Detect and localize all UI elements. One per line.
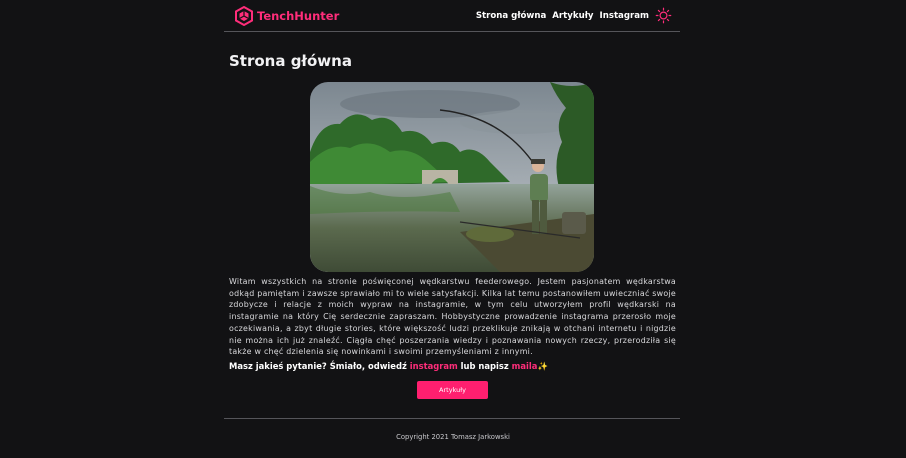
fishing-photo: [310, 82, 594, 272]
footer-divider: [224, 418, 680, 419]
logo-text: TenchHunter: [257, 9, 340, 23]
mail-link[interactable]: maila: [512, 361, 538, 371]
main-nav: Strona główna Artykuły Instagram: [470, 7, 672, 24]
site-header: TenchHunter Strona główna Artykuły Insta…: [224, 0, 680, 32]
footer-copyright: Copyright 2021 Tomasz Jarkowski: [396, 433, 510, 441]
header-divider: [224, 31, 680, 32]
page-title: Strona główna: [229, 52, 352, 70]
page: TenchHunter Strona główna Artykuły Insta…: [0, 0, 906, 458]
instagram-link[interactable]: instagram: [410, 361, 458, 371]
intro-paragraph: Witam wszystkich na stronie poświęconej …: [229, 277, 676, 357]
articles-button[interactable]: Artykuły: [417, 381, 488, 399]
sparkles-icon: ✨: [537, 361, 548, 371]
sun-icon[interactable]: [655, 7, 672, 24]
nav-item-articles[interactable]: Artykuły: [552, 11, 593, 21]
nav-item-instagram[interactable]: Instagram: [600, 11, 649, 21]
site-logo[interactable]: TenchHunter: [235, 6, 339, 26]
contact-middle: lub napisz: [457, 361, 512, 371]
logo-icon: [235, 6, 253, 26]
contact-line: Masz jakieś pytanie? Śmiało, odwiedź ins…: [229, 361, 548, 372]
contact-prefix: Masz jakieś pytanie? Śmiało, odwiedź: [229, 361, 410, 371]
nav-item-home[interactable]: Strona główna: [476, 11, 546, 21]
